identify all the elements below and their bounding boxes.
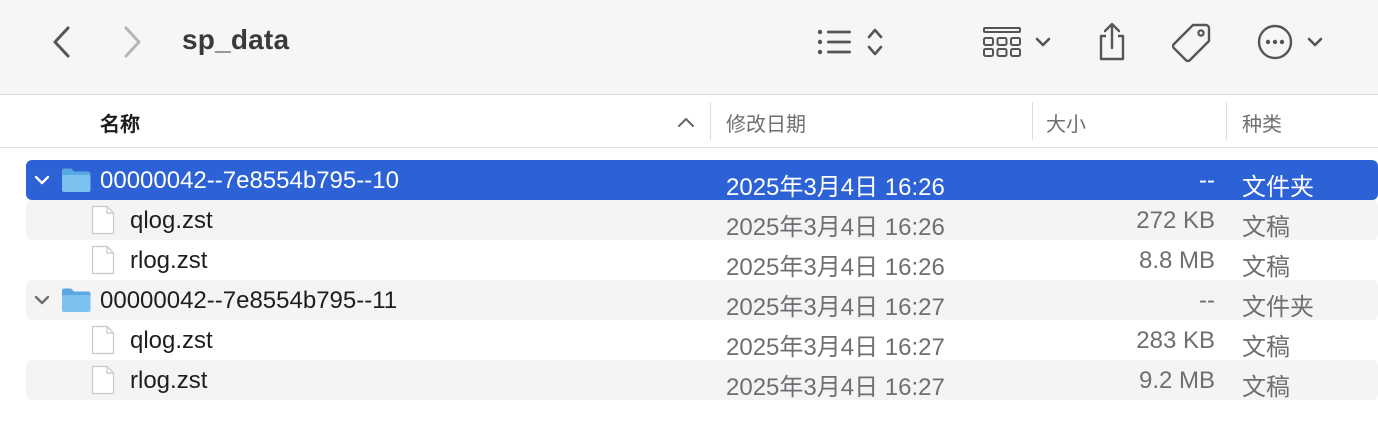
file-kind: 文件夹 xyxy=(1242,294,1314,321)
file-kind: 文稿 xyxy=(1242,374,1290,401)
modified-date: 2025年3月4日 16:26 xyxy=(726,214,945,241)
file-row[interactable]: qlog.zst 2025年3月4日 16:26 272 KB 文稿 xyxy=(26,200,1378,241)
forward-icon[interactable] xyxy=(114,22,150,62)
column-size[interactable]: 大小 xyxy=(1046,108,1086,137)
document-icon xyxy=(90,205,116,240)
column-name[interactable]: 名称 xyxy=(100,108,140,137)
file-kind: 文稿 xyxy=(1242,334,1290,361)
file-name: qlog.zst xyxy=(130,327,213,354)
folder-icon xyxy=(60,166,92,199)
file-size: 272 KB xyxy=(1136,207,1215,234)
column-divider[interactable] xyxy=(710,102,711,140)
disclosure-chevron-icon[interactable] xyxy=(32,290,52,315)
file-size: 283 KB xyxy=(1136,327,1215,354)
modified-date: 2025年3月4日 16:27 xyxy=(726,294,945,321)
file-name: qlog.zst xyxy=(130,207,213,234)
column-divider[interactable] xyxy=(1226,102,1227,140)
tag-icon[interactable] xyxy=(1168,20,1214,64)
share-icon[interactable] xyxy=(1094,20,1130,64)
file-size: -- xyxy=(1199,167,1215,194)
disclosure-chevron-icon[interactable] xyxy=(32,170,52,195)
file-row[interactable]: rlog.zst 2025年3月4日 16:26 8.8 MB 文稿 xyxy=(26,240,1378,281)
file-row[interactable]: rlog.zst 2025年3月4日 16:27 9.2 MB 文稿 xyxy=(26,360,1378,401)
file-kind: 文稿 xyxy=(1242,254,1290,281)
toolbar: sp_data xyxy=(0,0,1378,95)
window-title: sp_data xyxy=(182,24,290,55)
file-kind: 文稿 xyxy=(1242,214,1290,241)
file-name: 00000042--7e8554b795--10 xyxy=(100,167,399,194)
column-kind[interactable]: 种类 xyxy=(1242,108,1282,137)
document-icon xyxy=(90,325,116,360)
document-icon xyxy=(90,365,116,400)
column-divider[interactable] xyxy=(1032,102,1033,140)
file-size: 8.8 MB xyxy=(1138,247,1215,274)
file-kind: 文件夹 xyxy=(1242,174,1314,201)
modified-date: 2025年3月4日 16:27 xyxy=(726,374,945,401)
group-icon[interactable] xyxy=(980,22,1056,62)
file-size: 9.2 MB xyxy=(1138,367,1215,394)
list-view-icon[interactable] xyxy=(814,22,892,62)
file-row[interactable]: qlog.zst 2025年3月4日 16:27 283 KB 文稿 xyxy=(26,320,1378,361)
column-date[interactable]: 修改日期 xyxy=(726,108,806,137)
file-size: -- xyxy=(1199,287,1215,314)
folder-row[interactable]: 00000042--7e8554b795--11 2025年3月4日 16:27… xyxy=(26,280,1378,321)
sort-ascending-icon[interactable] xyxy=(676,112,696,132)
file-name: 00000042--7e8554b795--11 xyxy=(100,287,398,314)
column-header: 名称 修改日期 大小 种类 xyxy=(0,96,1378,148)
file-name: rlog.zst xyxy=(130,367,208,394)
modified-date: 2025年3月4日 16:26 xyxy=(726,174,945,201)
file-name: rlog.zst xyxy=(130,247,208,274)
folder-row[interactable]: 00000042--7e8554b795--10 2025年3月4日 16:26… xyxy=(26,160,1378,201)
modified-date: 2025年3月4日 16:26 xyxy=(726,254,945,281)
folder-icon xyxy=(60,286,92,319)
back-icon[interactable] xyxy=(44,22,80,62)
more-icon[interactable] xyxy=(1256,22,1328,62)
document-icon xyxy=(90,245,116,280)
modified-date: 2025年3月4日 16:27 xyxy=(726,334,945,361)
